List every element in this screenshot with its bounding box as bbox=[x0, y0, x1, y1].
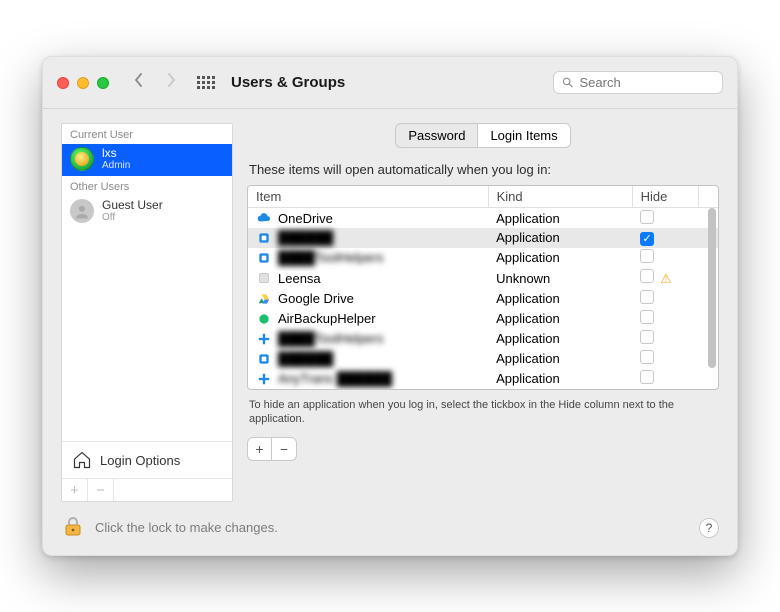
item-name: ████ToolHelpers bbox=[278, 331, 384, 346]
page-title: Users & Groups bbox=[231, 74, 345, 91]
sidebar-item-current-user[interactable]: lxs Admin bbox=[62, 144, 232, 176]
login-options-button[interactable]: Login Options bbox=[62, 441, 232, 478]
preferences-window: Users & Groups Current User lxs Admin Ot… bbox=[42, 56, 738, 556]
house-icon bbox=[72, 450, 92, 470]
toolbar: Users & Groups bbox=[43, 57, 737, 109]
show-all-button[interactable] bbox=[197, 76, 215, 89]
app-icon bbox=[256, 210, 272, 226]
search-field[interactable] bbox=[553, 71, 723, 94]
item-kind: Application bbox=[488, 228, 632, 248]
search-icon bbox=[562, 76, 574, 89]
close-icon[interactable] bbox=[57, 77, 69, 89]
sidebar-item-guest-user[interactable]: Guest User Off bbox=[62, 196, 232, 228]
item-name: ████ToolHelpers bbox=[278, 250, 384, 265]
item-name: Leensa bbox=[278, 271, 321, 286]
user-add-remove: + − bbox=[62, 478, 232, 501]
item-name: ██████ bbox=[278, 351, 333, 366]
login-items-table: Item Kind Hide OneDrive Application ████… bbox=[247, 185, 719, 390]
user-sidebar: Current User lxs Admin Other Users Guest… bbox=[61, 123, 233, 502]
table-row[interactable]: ████ToolHelpers Application bbox=[248, 248, 718, 268]
column-header-hide[interactable]: Hide bbox=[632, 186, 698, 208]
table-row[interactable]: ████ToolHelpers Application bbox=[248, 329, 718, 349]
tab-password[interactable]: Password bbox=[396, 124, 478, 147]
table-row[interactable]: AnyTrans ██████ Application bbox=[248, 369, 718, 389]
hide-checkbox[interactable] bbox=[640, 370, 654, 384]
table-row[interactable]: Google Drive Application bbox=[248, 289, 718, 309]
column-header-item[interactable]: Item bbox=[248, 186, 488, 208]
user-name: lxs bbox=[102, 147, 130, 160]
footer: Click the lock to make changes. ? bbox=[43, 502, 737, 555]
zoom-icon[interactable] bbox=[97, 77, 109, 89]
description-text: These items will open automatically when… bbox=[249, 162, 717, 177]
app-icon bbox=[256, 250, 272, 266]
other-users-label: Other Users bbox=[62, 176, 232, 196]
item-name: Google Drive bbox=[278, 291, 354, 306]
lock-icon bbox=[61, 514, 85, 538]
column-header-kind[interactable]: Kind bbox=[488, 186, 632, 208]
guest-status: Off bbox=[102, 212, 163, 223]
item-name: OneDrive bbox=[278, 211, 333, 226]
add-user-button[interactable]: + bbox=[62, 479, 88, 501]
item-kind: Application bbox=[488, 248, 632, 268]
hide-checkbox[interactable] bbox=[640, 210, 654, 224]
minimize-icon[interactable] bbox=[77, 77, 89, 89]
lock-text: Click the lock to make changes. bbox=[95, 520, 689, 535]
app-icon bbox=[256, 371, 272, 387]
lock-button[interactable] bbox=[61, 514, 85, 541]
window-controls bbox=[57, 77, 109, 89]
hide-checkbox[interactable] bbox=[640, 269, 654, 283]
hide-checkbox[interactable] bbox=[640, 232, 654, 246]
tab-login-items[interactable]: Login Items bbox=[478, 124, 569, 147]
remove-item-button[interactable]: − bbox=[272, 438, 296, 460]
avatar-silhouette-icon bbox=[70, 199, 94, 223]
login-options-label: Login Options bbox=[100, 453, 180, 468]
hide-checkbox[interactable] bbox=[640, 310, 654, 324]
item-kind: Application bbox=[488, 329, 632, 349]
main-pane: Password Login Items These items will op… bbox=[247, 123, 719, 502]
item-kind: Application bbox=[488, 208, 632, 229]
table-row[interactable]: ██████ Application bbox=[248, 228, 718, 248]
app-icon bbox=[256, 311, 272, 327]
tab-bar: Password Login Items bbox=[247, 123, 719, 148]
current-user-label: Current User bbox=[62, 124, 232, 144]
avatar-icon bbox=[70, 147, 94, 171]
add-item-button[interactable]: + bbox=[248, 438, 272, 460]
table-row[interactable]: Leensa Unknown ⚠︎ bbox=[248, 268, 718, 289]
warning-icon: ⚠︎ bbox=[660, 271, 672, 286]
table-row[interactable]: ██████ Application bbox=[248, 349, 718, 369]
hide-checkbox[interactable] bbox=[640, 350, 654, 364]
back-button[interactable] bbox=[127, 72, 151, 93]
app-icon bbox=[256, 291, 272, 307]
app-icon bbox=[256, 331, 272, 347]
item-name: AnyTrans ██████ bbox=[278, 371, 392, 386]
hide-checkbox[interactable] bbox=[640, 330, 654, 344]
table-row[interactable]: OneDrive Application bbox=[248, 208, 718, 229]
item-kind: Application bbox=[488, 349, 632, 369]
remove-user-button[interactable]: − bbox=[88, 479, 114, 501]
hint-text: To hide an application when you log in, … bbox=[249, 398, 717, 428]
table-row[interactable]: AirBackupHelper Application bbox=[248, 309, 718, 329]
item-kind: Application bbox=[488, 289, 632, 309]
guest-name: Guest User bbox=[102, 199, 163, 212]
hide-checkbox[interactable] bbox=[640, 249, 654, 263]
forward-button[interactable] bbox=[159, 72, 183, 93]
item-kind: Application bbox=[488, 369, 632, 389]
item-add-remove: + − bbox=[247, 437, 297, 461]
app-icon bbox=[256, 270, 272, 286]
table-scrollbar[interactable] bbox=[708, 208, 716, 387]
item-name: ██████ bbox=[278, 230, 333, 245]
user-role: Admin bbox=[102, 160, 130, 171]
search-input[interactable] bbox=[580, 75, 715, 90]
item-kind: Application bbox=[488, 309, 632, 329]
help-button[interactable]: ? bbox=[699, 518, 719, 538]
app-icon bbox=[256, 351, 272, 367]
item-kind: Unknown bbox=[488, 268, 632, 289]
hide-checkbox[interactable] bbox=[640, 290, 654, 304]
item-name: AirBackupHelper bbox=[278, 311, 376, 326]
app-icon bbox=[256, 230, 272, 246]
